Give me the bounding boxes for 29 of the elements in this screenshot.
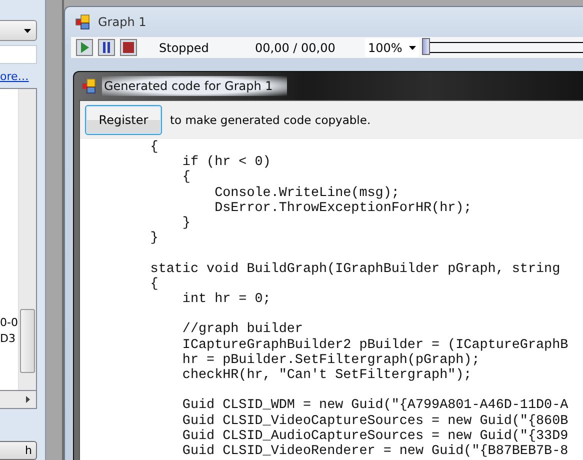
caret-icon [409, 46, 416, 50]
pause-button[interactable] [98, 39, 115, 56]
scrollbar[interactable] [18, 88, 36, 390]
list-item[interactable]: D3 [0, 330, 18, 347]
horizontal-scrollbar[interactable] [0, 391, 37, 409]
play-button[interactable] [76, 39, 93, 56]
app-icon [81, 78, 97, 94]
text-field[interactable] [0, 45, 37, 64]
app-icon [75, 14, 91, 30]
play-icon [80, 42, 89, 53]
stop-button[interactable] [120, 39, 137, 56]
window-title: Graph 1 [98, 15, 146, 29]
action-button[interactable]: h [0, 440, 37, 460]
zoom-dropdown[interactable]: 100% [365, 38, 419, 57]
scroll-thumb[interactable] [20, 308, 35, 373]
code-text: { if (hr < 0) { Console.WriteLine(msg); DsError.ThrowExceptionForHR(hr); } } static void BuildGraph(IGraphBuilder pGraph, string { int hr = 0; //graph builder ICaptureGraphBuilder2 pBuilder = (ICaptureGraphB hr = pBuilder.SetFiltergraph(pGraph); checkHR(hr, "Can't SetFiltergraph"); Guid CLSID_WDM = new Guid("{A799A801-A46D-11D0-A Guid CLSID_VideoCaptureSources = new Guid("{860B Guid CLSID_AudioCaptureSources = new Guid("{33D9 Guid CLSID_VideoRenderer = new Guid("{B87BEB7B-8 [149, 140, 570, 460]
stop-icon [123, 42, 134, 53]
dropdown[interactable] [0, 20, 37, 42]
playback-status: Stopped [159, 40, 210, 54]
pause-icon [102, 42, 111, 53]
caret-icon [24, 28, 31, 33]
time-display: 00,00 / 00,00 [255, 40, 336, 54]
right-arrow-icon [26, 396, 30, 404]
dialog-title: Generated code for Graph 1 [102, 76, 287, 96]
register-button[interactable]: Register [85, 105, 162, 135]
slider-thumb[interactable] [422, 38, 430, 55]
more-link[interactable]: ore… [0, 70, 29, 84]
list-item[interactable]: 0-0 [0, 314, 18, 331]
register-hint: to make generated code copyable. [170, 113, 371, 127]
